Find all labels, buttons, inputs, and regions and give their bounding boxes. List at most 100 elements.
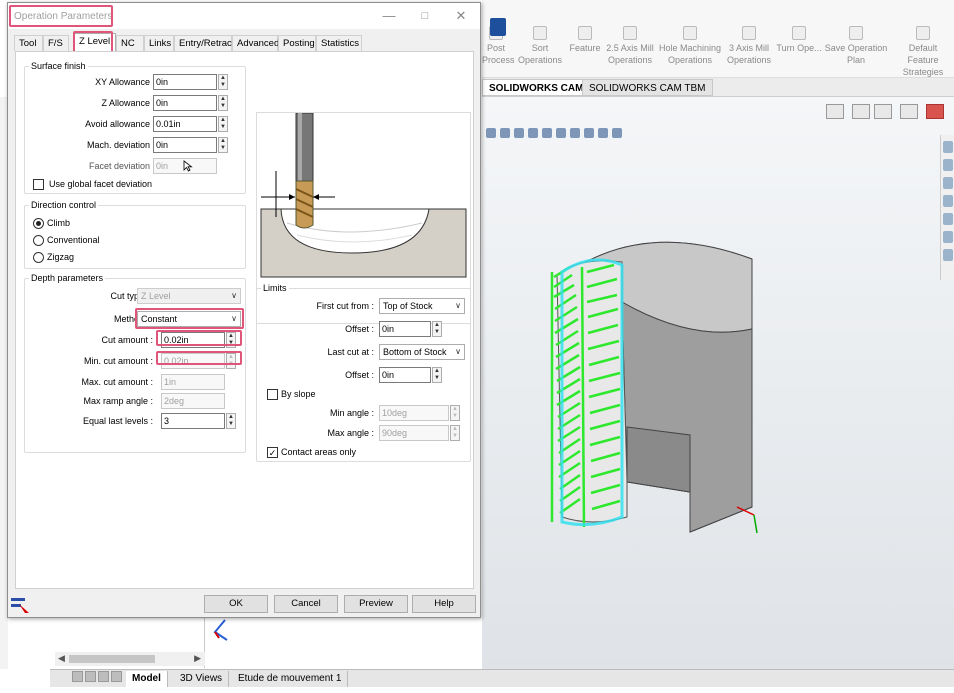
preview-button[interactable]: Preview — [344, 595, 408, 613]
tab-z-level[interactable]: Z Level — [74, 33, 116, 52]
ribbon-default-feature-strategies[interactable]: Default Feature Strategies — [892, 26, 954, 78]
triad-icon — [213, 619, 228, 641]
tab-model[interactable]: Model — [126, 671, 168, 687]
offset1-field[interactable]: 0in — [379, 321, 431, 337]
avoid-allowance-field[interactable]: 0.01in — [153, 116, 217, 132]
tab-posting[interactable]: Posting — [278, 35, 316, 51]
zigzag-radio[interactable] — [33, 252, 44, 263]
scene-icon[interactable] — [598, 128, 608, 138]
tile-icon[interactable] — [852, 104, 870, 119]
home-icon[interactable] — [943, 159, 953, 171]
minimize-icon[interactable] — [874, 104, 892, 119]
folder-icon[interactable] — [943, 195, 953, 207]
by-slope-checkbox[interactable] — [267, 389, 278, 400]
offset2-field[interactable]: 0in — [379, 367, 431, 383]
ribbon-save-operation-plan[interactable]: Save Operation Plan — [824, 26, 888, 66]
solidworks-cam-icon[interactable] — [490, 18, 506, 36]
operation-type-icon — [11, 598, 29, 613]
scroll-right-icon[interactable]: ▶ — [194, 653, 201, 664]
ribbon-sort-operations[interactable]: Sort Operations — [516, 26, 564, 66]
tab-entry-retract[interactable]: Entry/Retract — [174, 35, 234, 51]
maximize-icon[interactable] — [900, 104, 918, 119]
use-global-facet-checkbox[interactable] — [33, 179, 44, 190]
equal-last-levels-spinner[interactable]: ▲ ▼ — [226, 413, 236, 429]
last-cut-at-select[interactable]: Bottom of Stock ∨ — [379, 344, 465, 360]
avoid-allowance-spinner[interactable]: ▲ ▼ — [218, 116, 228, 132]
xy-allowance-spinner[interactable]: ▲ ▼ — [218, 74, 228, 90]
cut-amount-field[interactable]: 0.02in — [161, 332, 225, 348]
mach-deviation-spinner[interactable]: ▲ ▼ — [218, 137, 228, 153]
ribbon-feature[interactable]: Feature — [568, 26, 602, 54]
cut-amount-spinner[interactable]: ▲ ▼ — [226, 332, 236, 348]
graphics-area[interactable] — [482, 97, 954, 669]
monitor-icon[interactable] — [612, 128, 622, 138]
z-allowance-field[interactable]: 0in — [153, 95, 217, 111]
tab-motion-study[interactable]: Etude de mouvement 1 — [232, 671, 349, 687]
first-cut-from-select[interactable]: Top of Stock ∨ — [379, 298, 465, 314]
max-cut-amount-field[interactable]: 1in — [161, 374, 225, 390]
appearance-icon[interactable] — [584, 128, 594, 138]
prev-arrow-icon[interactable] — [85, 671, 96, 682]
restore-icon[interactable] — [826, 104, 844, 119]
next-arrow-icon[interactable] — [98, 671, 109, 682]
cancel-button[interactable]: Cancel — [274, 595, 338, 613]
close-icon[interactable] — [926, 104, 944, 119]
z-allowance-spinner[interactable]: ▲ ▼ — [218, 95, 228, 111]
cut-type-select[interactable]: Z Level ∨ — [137, 288, 241, 304]
max-ramp-angle-field[interactable]: 2deg — [161, 393, 225, 409]
horizontal-scrollbar[interactable]: ◀ ▶ — [55, 652, 205, 666]
first-arrow-icon[interactable] — [72, 671, 83, 682]
conventional-radio[interactable] — [33, 235, 44, 246]
properties-icon[interactable] — [943, 249, 953, 261]
tab-advanced[interactable]: Advanced — [232, 35, 279, 51]
offset1-spinner[interactable]: ▲ ▼ — [432, 321, 442, 337]
conventional-label: Conventional — [47, 235, 100, 245]
palette-icon[interactable] — [943, 213, 953, 225]
tab-3d-views[interactable]: 3D Views — [174, 671, 230, 687]
min-cut-amount-field[interactable]: 0.02in — [161, 353, 225, 369]
mach-deviation-field[interactable]: 0in — [153, 137, 217, 153]
min-angle-field[interactable]: 10deg — [379, 405, 449, 421]
tab-tool[interactable]: Tool — [14, 35, 43, 51]
contact-areas-checkbox[interactable]: ✓ — [267, 447, 278, 458]
ok-button[interactable]: OK — [204, 595, 268, 613]
view-orientation-icon[interactable] — [542, 128, 552, 138]
chevron-down-icon: ∨ — [231, 291, 237, 300]
tab-links[interactable]: Links — [144, 35, 174, 51]
zoom-icon[interactable] — [486, 128, 496, 138]
ribbon-hole-machining[interactable]: Hole Machining Operations — [658, 26, 722, 66]
ribbon-25-axis-mill[interactable]: 2.5 Axis Mill Operations — [604, 26, 656, 66]
minimize-icon[interactable]: — — [380, 7, 398, 25]
resources-icon[interactable] — [943, 141, 953, 153]
equal-last-levels-field[interactable]: 3 — [161, 413, 225, 429]
maximize-icon[interactable]: □ — [416, 7, 434, 25]
min-angle-spinner[interactable]: ▲ ▼ — [450, 405, 460, 421]
last-arrow-icon[interactable] — [111, 671, 122, 682]
hide-show-icon[interactable] — [570, 128, 580, 138]
close-icon[interactable]: ✕ — [452, 7, 470, 25]
xy-allowance-field[interactable]: 0in — [153, 74, 217, 90]
help-button[interactable]: Help — [412, 595, 476, 613]
tab-solidworks-cam-tbm[interactable]: SOLIDWORKS CAM TBM — [582, 79, 713, 96]
scroll-thumb[interactable] — [69, 655, 155, 663]
ribbon-turn-operations[interactable]: Turn Ope... — [776, 26, 822, 54]
library-icon[interactable] — [943, 177, 953, 189]
dialog-title-bar[interactable]: Operation Parameters — □ ✕ — [8, 3, 480, 29]
ribbon-3-axis-mill[interactable]: 3 Axis Mill Operations — [724, 26, 774, 66]
appearances-icon[interactable] — [943, 231, 953, 243]
scroll-left-icon[interactable]: ◀ — [58, 653, 65, 664]
method-select[interactable]: Constant ∨ — [137, 311, 241, 327]
previous-view-icon[interactable] — [514, 128, 524, 138]
climb-radio[interactable] — [33, 218, 44, 229]
tab-fs[interactable]: F/S — [43, 35, 69, 51]
tab-solidworks-cam[interactable]: SOLIDWORKS CAM — [482, 79, 591, 96]
max-angle-spinner[interactable]: ▲ ▼ — [450, 425, 460, 441]
min-cut-amount-spinner[interactable]: ▲ ▼ — [226, 353, 236, 369]
max-angle-field[interactable]: 90deg — [379, 425, 449, 441]
zoom-area-icon[interactable] — [500, 128, 510, 138]
display-style-icon[interactable] — [556, 128, 566, 138]
tab-nc[interactable]: NC — [116, 35, 144, 51]
offset2-spinner[interactable]: ▲ ▼ — [432, 367, 442, 383]
section-view-icon[interactable] — [528, 128, 538, 138]
tab-statistics[interactable]: Statistics — [316, 35, 362, 51]
